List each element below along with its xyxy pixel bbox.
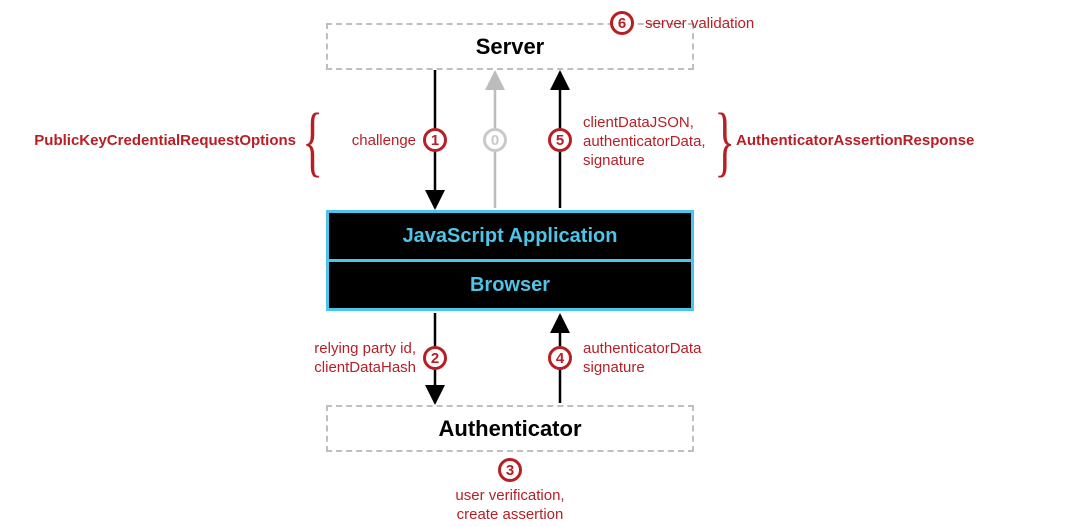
step-number-3: 3 — [506, 462, 514, 479]
diagram-stage: Server JavaScript Application Browser Au… — [0, 0, 1067, 527]
step4-label-a: authenticatorData — [583, 340, 701, 357]
browser-label: Browser — [470, 274, 550, 297]
server-label: Server — [476, 34, 545, 60]
step2-label-a: relying party id, — [314, 340, 416, 357]
step2-labels: relying party id, clientDataHash — [268, 340, 416, 378]
right-brace-label: AuthenticatorAssertionResponse — [736, 132, 1066, 151]
step5-labels: clientDataJSON, authenticatorData, signa… — [583, 114, 733, 170]
step-badge-3: 3 — [498, 458, 522, 482]
step-badge-5: 5 — [548, 128, 572, 152]
step3-label-a: user verification, — [455, 487, 564, 504]
step1-label: challenge — [300, 132, 416, 151]
js-application-label: JavaScript Application — [403, 225, 618, 248]
step-number-2: 2 — [431, 350, 439, 367]
step-badge-6: 6 — [610, 11, 634, 35]
left-brace-label: PublicKeyCredentialRequestOptions — [0, 132, 296, 151]
step-number-4: 4 — [556, 350, 564, 367]
step5-label-a: clientDataJSON, — [583, 114, 694, 131]
step6-label: server validation — [645, 15, 845, 34]
step3-labels: user verification, create assertion — [410, 487, 610, 525]
authenticator-label: Authenticator — [439, 416, 582, 442]
browser-box: Browser — [326, 259, 694, 311]
step-number-5: 5 — [556, 132, 564, 149]
step5-label-b: authenticatorData, — [583, 133, 706, 150]
step2-label-b: clientDataHash — [314, 359, 416, 376]
step-number-0: 0 — [491, 132, 499, 149]
step-badge-1: 1 — [423, 128, 447, 152]
step-number-6: 6 — [618, 15, 626, 32]
step4-label-b: signature — [583, 359, 645, 376]
step5-label-c: signature — [583, 152, 645, 169]
js-application-box: JavaScript Application — [326, 210, 694, 262]
step4-labels: authenticatorData signature — [583, 340, 753, 378]
authenticator-box: Authenticator — [326, 405, 694, 452]
step-number-1: 1 — [431, 132, 439, 149]
step-badge-4: 4 — [548, 346, 572, 370]
step3-label-b: create assertion — [457, 506, 564, 523]
server-box: Server — [326, 23, 694, 70]
step-badge-0: 0 — [483, 128, 507, 152]
step-badge-2: 2 — [423, 346, 447, 370]
